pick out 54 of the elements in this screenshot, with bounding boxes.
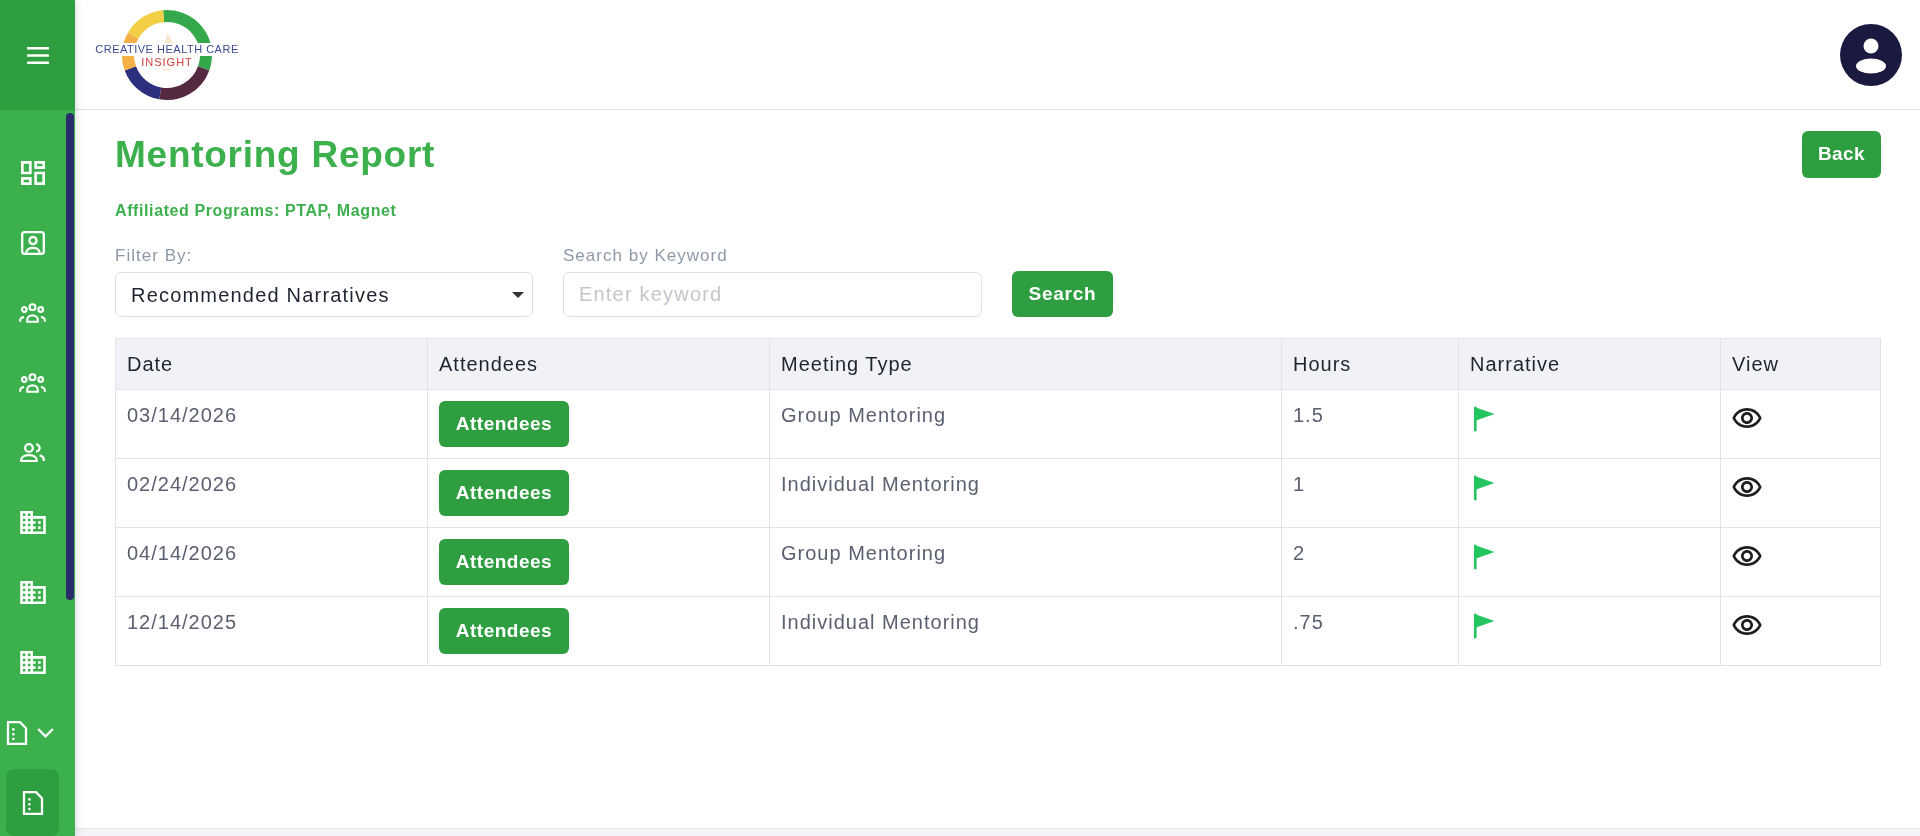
table-cell: Individual Mentoring bbox=[769, 596, 1282, 666]
sidebar-item[interactable] bbox=[6, 769, 59, 836]
eye-icon[interactable] bbox=[1732, 408, 1762, 428]
attendees-button[interactable]: Attendees bbox=[439, 608, 569, 654]
dashboard-icon bbox=[20, 160, 45, 185]
document-icon bbox=[21, 790, 44, 815]
flag-icon bbox=[1473, 406, 1495, 432]
column-header: Hours bbox=[1281, 338, 1459, 390]
table-cell: .75 bbox=[1281, 596, 1459, 666]
affiliated-programs-text: Affiliated Programs: PTAP, Magnet bbox=[115, 202, 397, 219]
table-cell: Individual Mentoring bbox=[769, 458, 1282, 528]
search-label: Search by Keyword bbox=[563, 246, 728, 266]
contact-card-icon bbox=[20, 230, 45, 255]
table-cell: Group Mentoring bbox=[769, 527, 1282, 597]
filter-dropdown[interactable]: Recommended Narratives bbox=[115, 272, 533, 317]
table-cell: 1.5 bbox=[1281, 389, 1459, 459]
table-cell: 04/14/2026 bbox=[115, 527, 428, 597]
table-cell: 2 bbox=[1281, 527, 1459, 597]
table-cell: 03/14/2026 bbox=[115, 389, 428, 459]
attendees-button[interactable]: Attendees bbox=[439, 470, 569, 516]
attendees-button[interactable]: Attendees bbox=[439, 401, 569, 447]
flag-icon bbox=[1473, 613, 1495, 639]
building-icon bbox=[19, 651, 46, 674]
column-header: Date bbox=[115, 338, 428, 390]
eye-icon[interactable] bbox=[1732, 477, 1762, 497]
filter-label: Filter By: bbox=[115, 246, 193, 266]
page-title: Mentoring Report bbox=[115, 133, 436, 177]
column-header: Meeting Type bbox=[769, 338, 1282, 390]
eye-icon[interactable] bbox=[1732, 615, 1762, 635]
column-header: Narrative bbox=[1458, 338, 1721, 390]
avatar-icon[interactable] bbox=[1840, 23, 1902, 86]
table-cell: Group Mentoring bbox=[769, 389, 1282, 459]
logo-text: CREATIVE HEALTH CARE bbox=[94, 42, 240, 56]
keyword-search-field[interactable]: Enter keyword bbox=[563, 272, 982, 317]
people-icon bbox=[20, 443, 45, 462]
column-header: View bbox=[1720, 338, 1881, 390]
table-cell: 12/14/2025 bbox=[115, 596, 428, 666]
back-button[interactable]: Back bbox=[1802, 131, 1881, 178]
flag-icon bbox=[1473, 544, 1495, 570]
building-icon bbox=[19, 511, 46, 534]
caret-down-icon bbox=[512, 291, 524, 298]
table-cell: 02/24/2026 bbox=[115, 458, 428, 528]
attendees-button[interactable]: Attendees bbox=[439, 539, 569, 585]
search-button[interactable]: Search bbox=[1012, 271, 1113, 317]
document-icon bbox=[6, 720, 28, 745]
column-header: Attendees bbox=[427, 338, 770, 390]
group-icon bbox=[19, 302, 46, 323]
scrollbar-thumb[interactable] bbox=[66, 113, 74, 600]
group-icon bbox=[19, 372, 46, 393]
table-cell: 1 bbox=[1281, 458, 1459, 528]
building-icon bbox=[19, 581, 46, 604]
menu-icon[interactable] bbox=[26, 46, 49, 64]
flag-icon bbox=[1473, 475, 1495, 501]
eye-icon[interactable] bbox=[1732, 546, 1762, 566]
